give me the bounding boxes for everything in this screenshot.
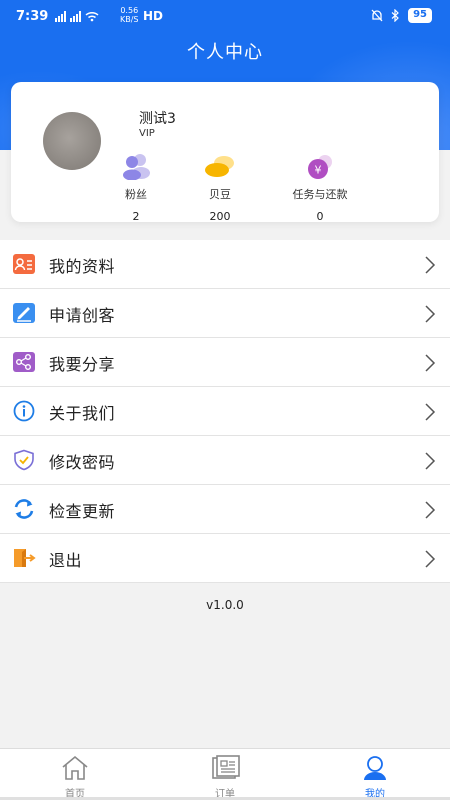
home-icon (62, 755, 88, 780)
chevron-right-icon (425, 452, 436, 470)
profile-card: 测试3 VIP 粉丝 2 贝豆 200 ¥ 任务与还款 0 (11, 82, 439, 223)
page-title: 个人中心 (187, 42, 263, 63)
menu-item-label: 修改密码 (49, 453, 116, 472)
chevron-right-icon (425, 256, 436, 274)
stat-label: 任务与还款 (292, 188, 348, 201)
stat-value: 0 (316, 210, 324, 223)
fans-icon (116, 154, 156, 181)
stat-label: 粉丝 (125, 188, 147, 201)
wifi-icon (85, 11, 99, 22)
stat-fans[interactable]: 粉丝 2 (91, 154, 181, 223)
chevron-right-icon (425, 501, 436, 519)
menu-item-label: 我要分享 (49, 355, 116, 374)
order-icon (212, 755, 240, 779)
profile-card-icon (13, 254, 35, 274)
status-bar: 7:39 0.56 KB/S HD 95 (0, 0, 450, 36)
tab-mine[interactable]: 我的 (300, 749, 450, 800)
version-label: v1.0.0 (206, 598, 244, 612)
menu-item-share[interactable]: 我要分享 (0, 338, 450, 387)
stat-value: 2 (132, 210, 140, 223)
chevron-right-icon (425, 305, 436, 323)
tab-home[interactable]: 首页 (0, 749, 150, 800)
mute-bell-icon (371, 9, 383, 22)
tab-orders[interactable]: 订单 (150, 749, 300, 800)
menu-item-label: 申请创客 (49, 306, 116, 325)
logout-icon (14, 549, 36, 567)
yuan-coin-icon: ¥ (300, 154, 340, 180)
hd-indicator: HD (143, 9, 164, 23)
bluetooth-icon (391, 9, 399, 22)
menu-item-change-password[interactable]: 修改密码 (0, 436, 450, 485)
menu-item-logout[interactable]: 退出 (0, 534, 450, 583)
user-icon (364, 756, 386, 780)
refresh-icon (14, 499, 34, 519)
menu-item-label: 关于我们 (49, 404, 116, 423)
svg-text:¥: ¥ (315, 164, 322, 177)
menu-item-label: 退出 (49, 551, 83, 570)
chevron-right-icon (425, 354, 436, 372)
vip-badge: VIP (139, 128, 155, 139)
menu-item-profile[interactable]: 我的资料 (0, 240, 450, 289)
chevron-right-icon (425, 403, 436, 421)
bottom-tab-bar: 首页 订单 我的 (0, 748, 450, 800)
signal-icon (55, 11, 99, 22)
net-speed: 0.56 KB/S (120, 6, 139, 24)
shield-check-icon (14, 449, 34, 471)
share-icon (13, 352, 35, 372)
username: 测试3 (139, 111, 176, 127)
menu-item-label: 我的资料 (49, 257, 116, 276)
beans-icon (200, 154, 240, 180)
info-icon (13, 400, 35, 422)
menu-item-check-update[interactable]: 检查更新 (0, 485, 450, 534)
battery-indicator: 95 (408, 8, 432, 23)
edit-pen-icon (13, 303, 35, 323)
menu-item-about[interactable]: 关于我们 (0, 387, 450, 436)
stat-beans[interactable]: 贝豆 200 (175, 154, 265, 223)
menu-item-apply-maker[interactable]: 申请创客 (0, 289, 450, 338)
status-time: 7:39 (16, 9, 49, 24)
stat-tasks[interactable]: ¥ 任务与还款 0 (275, 154, 365, 223)
stat-value: 200 (209, 210, 231, 223)
stat-label: 贝豆 (209, 188, 231, 201)
chevron-right-icon (425, 550, 436, 568)
menu-list: 我的资料 申请创客 我要分享 关于我们 修改密码 检查更新 退出 (0, 240, 450, 583)
menu-item-label: 检查更新 (49, 502, 116, 521)
